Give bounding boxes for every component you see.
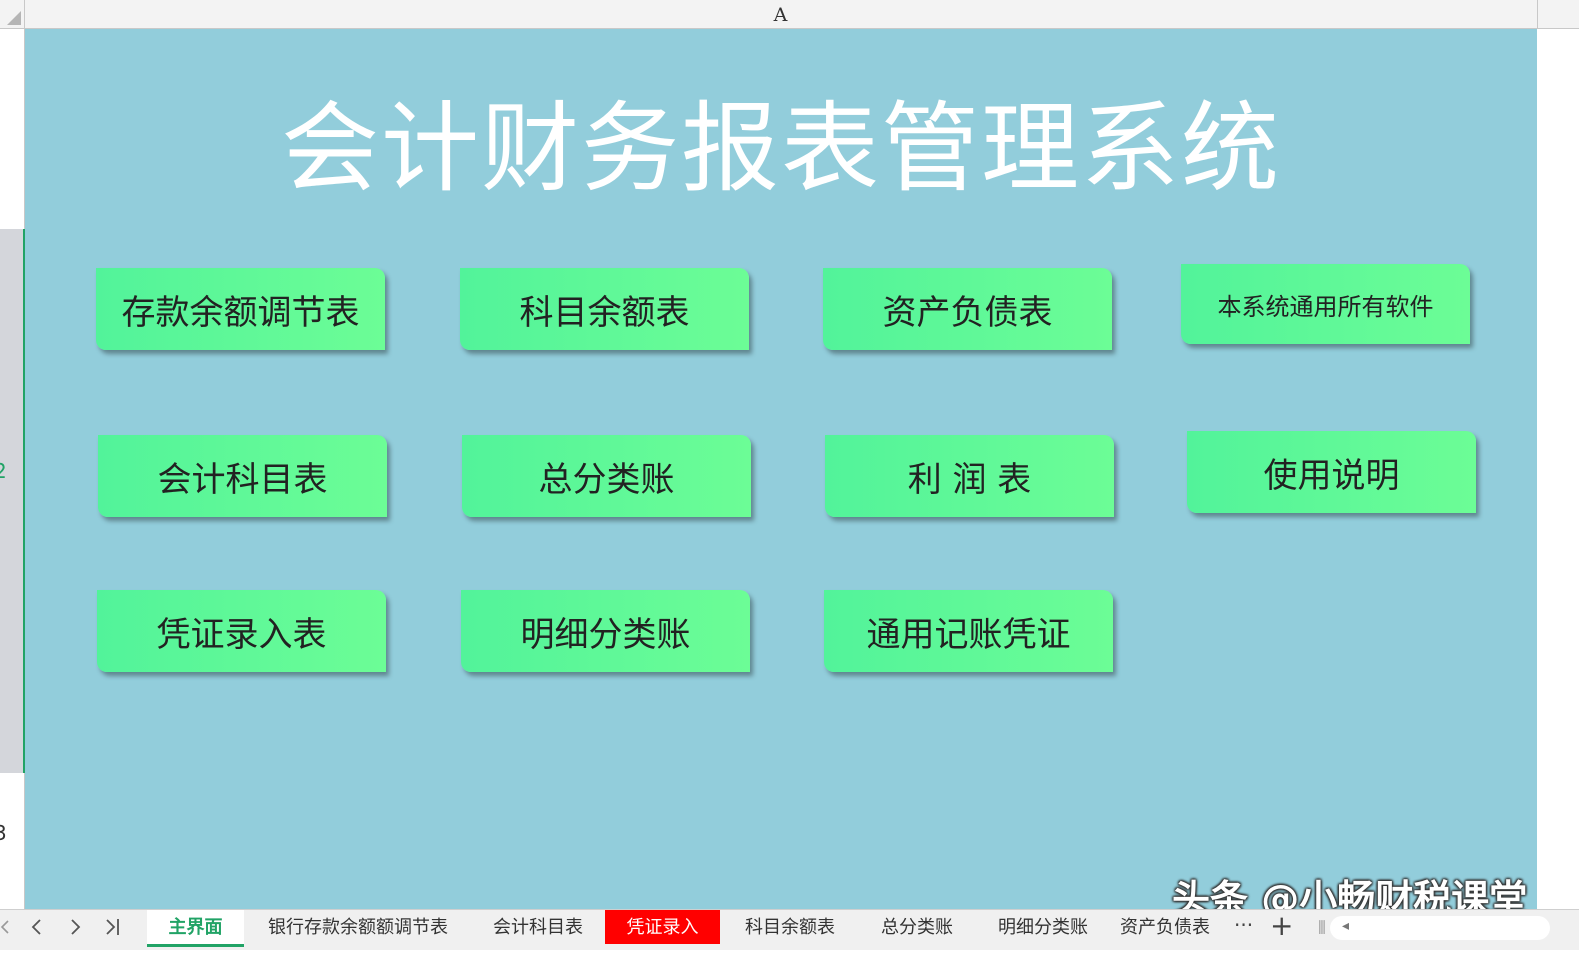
tab-main[interactable]: 主界面 [147,910,244,947]
add-sheet-icon[interactable]: + [1270,910,1293,942]
row-selection-highlight [0,229,25,773]
prev-sheet-icon[interactable] [30,910,44,946]
scroll-left-icon[interactable]: ◂ [1342,918,1349,934]
splitter-icon[interactable]: ⦀ [1318,918,1326,939]
universal-voucher-button[interactable]: 通用记账凭证 [824,590,1113,672]
balance-sheet-button[interactable]: 资产负债表 [823,268,1112,350]
right-blank-column [1538,29,1579,909]
subsidiary-ledger-button[interactable]: 明细分类账 [461,590,750,672]
row-number-3[interactable]: 3 [0,821,7,845]
income-statement-button[interactable]: 利 润 表 [825,435,1114,517]
tab-chart-of-accounts[interactable]: 会计科目表 [478,910,598,944]
row-header-bar: 2 3 [0,29,25,909]
tab-bank-reconciliation[interactable]: 银行存款余额额调节表 [256,910,460,944]
tab-balance-sheet[interactable]: 资产负债表 [1110,910,1220,944]
first-sheet-icon[interactable] [0,910,10,946]
tab-subsidiary-ledger[interactable]: 明细分类账 [984,910,1102,944]
chart-of-accounts-button[interactable]: 会计科目表 [98,435,387,517]
next-sheet-icon[interactable] [68,910,82,946]
account-balance-button[interactable]: 科目余额表 [460,268,749,350]
tab-account-balance[interactable]: 科目余额表 [730,910,850,944]
column-header-a[interactable]: A [24,0,1538,28]
select-all-corner[interactable] [0,0,25,28]
voucher-entry-button[interactable]: 凭证录入表 [97,590,386,672]
tab-general-ledger[interactable]: 总分类账 [862,910,972,944]
universal-software-button[interactable]: 本系统通用所有软件 [1181,264,1470,344]
column-header-bar: A [0,0,1579,29]
general-ledger-button[interactable]: 总分类账 [462,435,751,517]
horizontal-scrollbar[interactable] [1330,916,1550,940]
tab-voucher-entry[interactable]: 凭证录入 [605,910,720,944]
more-tabs-icon[interactable]: ··· [1234,910,1253,940]
page-title: 会计财务报表管理系统 [280,92,1281,206]
sheet-tab-bar: 主界面 银行存款余额额调节表 会计科目表 凭证录入 科目余额表 总分类账 明细分… [0,909,1579,950]
last-sheet-icon[interactable] [104,910,122,946]
select-all-triangle-icon [7,11,21,25]
sheet-canvas: 会计财务报表管理系统 存款余额调节表 科目余额表 资产负债表 本系统通用所有软件… [25,29,1537,909]
bank-reconciliation-button[interactable]: 存款余额调节表 [96,268,385,350]
row-number-2[interactable]: 2 [0,459,7,483]
instructions-button[interactable]: 使用说明 [1187,431,1476,513]
